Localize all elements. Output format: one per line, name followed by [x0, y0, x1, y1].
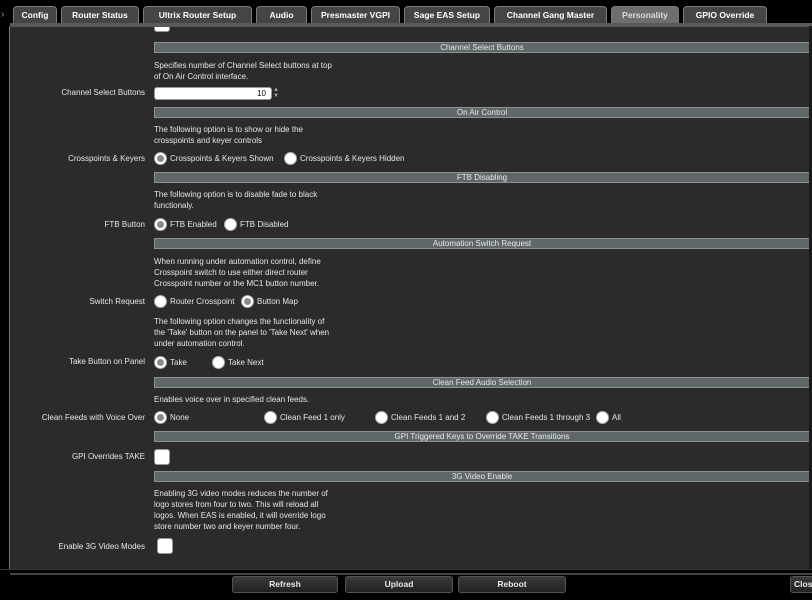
radio-clean-feeds-all[interactable] — [596, 411, 609, 424]
tab-router-status[interactable]: Router Status — [61, 6, 139, 23]
section-header-automation: Automation Switch Request — [154, 238, 810, 249]
tab-ultrix-router-setup[interactable]: Ultrix Router Setup — [143, 6, 252, 23]
video3g-desc-2: logo stores from four to two. This will … — [154, 500, 319, 509]
radio-clean-feed-1-only-label: Clean Feed 1 only — [280, 413, 345, 422]
take-desc-3: under automation control. — [154, 339, 245, 348]
channel-select-desc-1: Specifies number of Channel Select butto… — [154, 61, 332, 70]
channel-select-label: Channel Select Buttons — [61, 88, 145, 97]
radio-take-next-label: Take Next — [228, 358, 264, 367]
channel-select-desc-2: of On Air Control interface. — [154, 72, 249, 81]
radio-clean-feeds-1-through-3[interactable] — [486, 411, 499, 424]
radio-clean-feeds-1-and-2[interactable] — [375, 411, 388, 424]
automation-desc-2: Crosspoint switch to use either direct r… — [154, 268, 308, 277]
upload-button[interactable]: Upload — [345, 576, 453, 593]
tab-personality[interactable]: Personality — [611, 6, 679, 23]
gpi-overrides-take-checkbox[interactable] — [154, 449, 170, 465]
spin-down-icon[interactable]: ▼ — [272, 93, 280, 99]
section-header-channel-select: Channel Select Buttons — [154, 42, 810, 53]
radio-crosspoints-hidden-label: Crosspoints & Keyers Hidden — [300, 154, 405, 163]
video3g-desc-1: Enabling 3G video modes reduces the numb… — [154, 489, 328, 498]
radio-clean-feed-none[interactable] — [154, 411, 167, 424]
close-button[interactable]: Close — [790, 576, 812, 593]
section-header-ftb-disabling: FTB Disabling — [154, 172, 810, 183]
section-header-gpi: GPI Triggered Keys to Override TAKE Tran… — [154, 431, 810, 442]
radio-ftb-disabled-label: FTB Disabled — [240, 220, 289, 229]
radio-router-crosspoint[interactable] — [154, 295, 167, 308]
ftb-desc-2: functionaly. — [154, 201, 194, 210]
clean-feeds-voice-over-label: Clean Feeds with Voice Over — [41, 413, 145, 422]
tab-gpio-override[interactable]: GPIO Override — [683, 6, 767, 23]
on-air-desc-1: The following option is to show or hide … — [154, 125, 303, 134]
radio-crosspoints-shown-label: Crosspoints & Keyers Shown — [170, 154, 274, 163]
tab-audio[interactable]: Audio — [256, 6, 307, 23]
radio-button-map-label: Button Map — [257, 297, 298, 306]
radio-crosspoints-shown[interactable] — [154, 152, 167, 165]
radio-button-map[interactable] — [241, 295, 254, 308]
radio-take-label: Take — [170, 358, 187, 367]
radio-router-crosspoint-label: Router Crosspoint — [170, 297, 235, 306]
radio-take[interactable] — [154, 356, 167, 369]
automation-desc-1: When running under automation control, d… — [154, 257, 321, 266]
personality-panel: Channel Select Buttons Specifies number … — [9, 26, 812, 569]
footer-line — [10, 573, 812, 575]
on-air-desc-2: crosspoints and keyer controls — [154, 136, 263, 145]
tab-config[interactable]: Config — [13, 6, 57, 23]
radio-clean-feeds-1-through-3-label: Clean Feeds 1 through 3 — [502, 413, 591, 422]
radio-ftb-enabled-label: FTB Enabled — [170, 220, 217, 229]
take-desc-1: The following option changes the functio… — [154, 317, 325, 326]
tab-presmaster-vgpi[interactable]: Presmaster VGPI — [311, 6, 400, 23]
radio-clean-feeds-all-label: All — [612, 413, 621, 422]
partial-checkbox[interactable] — [154, 27, 170, 32]
video3g-desc-3: logos. When EAS is enabled, it will over… — [154, 511, 326, 520]
footer-bar: Refresh Upload Reboot Close — [0, 569, 812, 600]
gpi-overrides-take-label: GPI Overrides TAKE — [71, 452, 145, 461]
radio-take-next[interactable] — [212, 356, 225, 369]
radio-clean-feed-none-label: None — [170, 413, 190, 422]
switch-request-label: Switch Request — [89, 297, 145, 306]
crosspoints-keyers-label: Crosspoints & Keyers — [68, 154, 145, 163]
radio-ftb-enabled[interactable] — [154, 218, 167, 231]
channel-select-spinner[interactable]: ▲ ▼ — [272, 87, 280, 100]
tab-bar: › Config Router Status Ultrix Router Set… — [0, 0, 812, 27]
automation-desc-3: Crosspoint number or the MC1 button numb… — [154, 279, 319, 288]
tab-sage-eas-setup[interactable]: Sage EAS Setup — [404, 6, 490, 23]
section-header-on-air-control: On Air Control — [154, 107, 810, 118]
take-button-label: Take Button on Panel — [68, 357, 145, 366]
refresh-button[interactable]: Refresh — [232, 576, 338, 593]
reboot-button[interactable]: Reboot — [458, 576, 566, 593]
radio-ftb-disabled[interactable] — [224, 218, 237, 231]
chevron-left-icon[interactable]: › — [1, 9, 4, 20]
section-header-3g-video: 3G Video Enable — [154, 471, 810, 482]
radio-clean-feed-1-only[interactable] — [264, 411, 277, 424]
clean-feed-desc-1: Enables voice over in specified clean fe… — [154, 395, 310, 404]
take-desc-2: the 'Take' button on the panel to 'Take … — [154, 328, 330, 337]
tab-channel-gang-master[interactable]: Channel Gang Master — [494, 6, 607, 23]
enable-3g-video-checkbox[interactable] — [157, 538, 173, 554]
video3g-desc-4: store number two and keyer number four. — [154, 522, 301, 531]
channel-select-input[interactable]: 10 — [154, 87, 272, 100]
radio-clean-feeds-1-and-2-label: Clean Feeds 1 and 2 — [391, 413, 466, 422]
ftb-button-label: FTB Button — [104, 220, 145, 229]
section-header-clean-feed: Clean Feed Audio Selection — [154, 377, 810, 388]
radio-crosspoints-hidden[interactable] — [284, 152, 297, 165]
ftb-desc-1: The following option is to disable fade … — [154, 190, 318, 199]
enable-3g-video-label: Enable 3G Video Modes — [58, 542, 145, 551]
